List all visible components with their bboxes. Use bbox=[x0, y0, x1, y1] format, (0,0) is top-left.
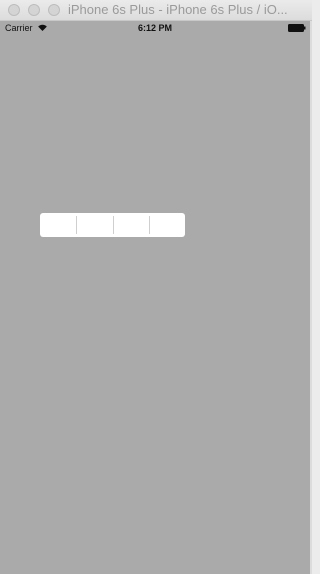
segmented-control[interactable] bbox=[40, 213, 185, 237]
segment-1[interactable] bbox=[40, 213, 76, 237]
window-titlebar[interactable]: iPhone 6s Plus - iPhone 6s Plus / iO... bbox=[0, 0, 312, 21]
minimize-window-button[interactable] bbox=[28, 4, 40, 16]
status-bar: Carrier 6:12 PM bbox=[0, 21, 310, 35]
close-window-button[interactable] bbox=[8, 4, 20, 16]
segment-2[interactable] bbox=[76, 213, 112, 237]
simulator-window: iPhone 6s Plus - iPhone 6s Plus / iO... … bbox=[0, 0, 312, 574]
segment-4[interactable] bbox=[148, 213, 185, 237]
window-right-edge bbox=[310, 21, 312, 574]
window-title: iPhone 6s Plus - iPhone 6s Plus / iO... bbox=[68, 2, 288, 17]
segment-3[interactable] bbox=[112, 213, 149, 237]
device-screen: Carrier 6:12 PM bbox=[0, 21, 310, 574]
battery-icon bbox=[288, 24, 306, 32]
zoom-window-button[interactable] bbox=[48, 4, 60, 16]
clock-time: 6:12 PM bbox=[137, 23, 172, 33]
